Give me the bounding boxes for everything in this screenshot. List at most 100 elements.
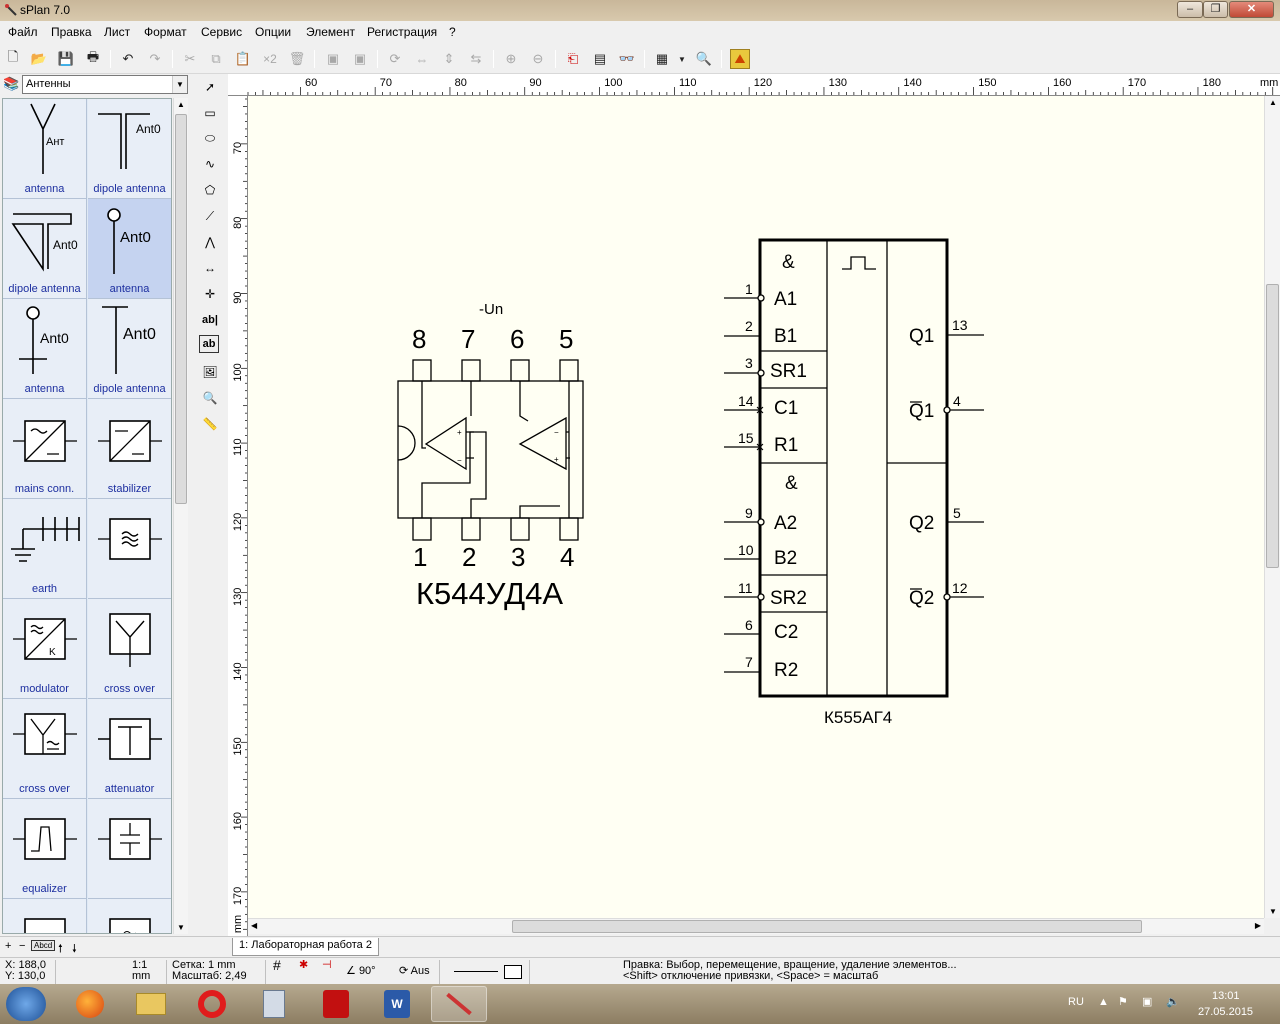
save-icon[interactable]: 💾 xyxy=(56,49,76,69)
line-style-selector[interactable] xyxy=(446,960,530,984)
explorer-taskbar-icon[interactable] xyxy=(123,986,179,1022)
tray-expand-icon[interactable]: ▲ xyxy=(1098,996,1109,1008)
rotate-icon[interactable]: ⟳ xyxy=(385,49,405,69)
page-tab[interactable]: 1: Лабораторная работа 2 xyxy=(232,938,379,956)
volume-icon[interactable]: 🔈 xyxy=(1166,995,1180,1008)
parts-list-icon[interactable]: ⎗ xyxy=(563,49,583,69)
cut-icon[interactable]: ✂ xyxy=(180,49,200,69)
library-scrollbar[interactable]: ▲ ▼ xyxy=(173,98,188,934)
zoom-fit-icon[interactable]: 🔍 xyxy=(694,49,714,69)
polyline-tool-icon[interactable]: ⋀ xyxy=(199,231,221,253)
image-tool-icon[interactable]: 🖼 xyxy=(199,361,221,383)
add-page-icon[interactable]: + xyxy=(5,940,11,952)
scroll-up-icon[interactable]: ▲ xyxy=(1269,98,1277,107)
library-item[interactable] xyxy=(3,899,87,933)
vertical-scroll-thumb[interactable] xyxy=(1266,284,1279,568)
send-to-back-icon[interactable]: ▣ xyxy=(350,49,370,69)
duplicate-button[interactable]: ×2 xyxy=(260,49,280,69)
library-item-selected[interactable]: Ant0 antenna xyxy=(88,199,171,299)
opera-taskbar-icon[interactable] xyxy=(184,986,240,1022)
rename-page-button[interactable]: Abcd xyxy=(31,940,56,951)
menu-help[interactable]: ? xyxy=(449,25,456,39)
text-tool[interactable]: ab| xyxy=(199,309,221,331)
library-item[interactable]: earth xyxy=(3,499,87,599)
pointer-arrow-icon[interactable]: ➚ xyxy=(199,76,221,98)
canvas-horizontal-scrollbar[interactable]: ◀ ▶ xyxy=(248,918,1264,934)
scroll-right-icon[interactable]: ▶ xyxy=(1255,921,1261,930)
open-folder-icon[interactable]: 📂 xyxy=(29,49,49,69)
scroll-up-icon[interactable]: ▲ xyxy=(177,100,185,109)
scroll-left-icon[interactable]: ◀ xyxy=(251,921,257,930)
library-item[interactable]: mains conn. xyxy=(3,399,87,499)
library-item[interactable] xyxy=(88,799,171,899)
menu-format[interactable]: Формат xyxy=(144,25,187,39)
dimension-tool-icon[interactable]: ↔ xyxy=(199,257,221,279)
new-file-icon[interactable]: 🗋 xyxy=(3,49,23,69)
library-item[interactable]: K modulator xyxy=(3,599,87,699)
polygon-tool-icon[interactable]: ⬠ xyxy=(199,179,221,201)
library-item[interactable]: cross over xyxy=(88,599,171,699)
ellipse-tool-icon[interactable]: ⬭ xyxy=(199,127,221,149)
word-taskbar-icon[interactable]: W xyxy=(369,986,425,1022)
menu-sheet[interactable]: Лист xyxy=(104,25,130,39)
image-icon[interactable]: ⛰ xyxy=(730,49,750,69)
library-category-select[interactable]: Антенны ▼ xyxy=(22,75,188,94)
zoom-tool-icon[interactable]: 🔍 xyxy=(199,387,221,409)
undo-icon[interactable]: ↶ xyxy=(118,49,138,69)
menu-options[interactable]: Опции xyxy=(255,25,291,39)
menu-edit[interactable]: Правка xyxy=(51,25,92,39)
find-binoculars-icon[interactable]: 👓 xyxy=(617,49,637,69)
pin-snap-icon[interactable]: ⊣ xyxy=(319,960,341,984)
library-item[interactable] xyxy=(88,899,171,933)
library-item[interactable]: Ant0 dipole antenna xyxy=(88,99,171,199)
rectangle-tool-icon[interactable]: ▭ xyxy=(199,102,221,124)
textbox-tool[interactable]: ab xyxy=(199,335,219,353)
library-item[interactable]: Ant0 dipole antenna xyxy=(88,299,171,399)
delete-icon[interactable]: 🗑 xyxy=(287,49,307,69)
scroll-down-icon[interactable]: ▼ xyxy=(1269,907,1277,916)
flag-icon[interactable]: ⚑ xyxy=(1118,995,1128,1008)
library-item[interactable]: equalizer xyxy=(3,799,87,899)
chip-k555ag4[interactable] xyxy=(724,238,984,698)
library-item[interactable]: stabilizer xyxy=(88,399,171,499)
redo-icon[interactable]: ↷ xyxy=(145,49,165,69)
clock-time[interactable]: 13:01 xyxy=(1212,990,1240,1002)
library-item[interactable]: Ant0 dipole antenna xyxy=(3,199,87,299)
mirror-vertical-icon[interactable]: ⇕ xyxy=(439,49,459,69)
chevron-down-icon[interactable]: ▼ xyxy=(676,49,688,69)
close-button[interactable]: ✕ xyxy=(1229,1,1274,18)
acrobat-taskbar-icon[interactable] xyxy=(308,986,364,1022)
bezier-tool-icon[interactable]: ∿ xyxy=(199,153,221,175)
bring-to-front-icon[interactable]: ▣ xyxy=(323,49,343,69)
copy-icon[interactable]: ⧉ xyxy=(206,49,226,69)
line-tool-icon[interactable]: ⟋ xyxy=(199,205,221,227)
grid-toggle-icon[interactable]: # xyxy=(270,958,292,984)
group-icon[interactable]: ⊕ xyxy=(501,49,521,69)
document-icon[interactable]: ▤ xyxy=(590,49,610,69)
rotate-snap-setting[interactable]: ⟳ Aus xyxy=(396,960,440,984)
minimize-button[interactable]: ‒ xyxy=(1177,1,1203,18)
remove-page-icon[interactable]: − xyxy=(19,940,25,952)
clock-date[interactable]: 27.05.2015 xyxy=(1198,1006,1253,1018)
firefox-taskbar-icon[interactable] xyxy=(62,986,118,1022)
paste-icon[interactable]: 📋 xyxy=(233,49,253,69)
scroll-down-icon[interactable]: ▼ xyxy=(177,923,185,932)
library-item[interactable]: cross over xyxy=(3,699,87,799)
horizontal-scroll-thumb[interactable] xyxy=(512,920,1142,933)
grid-options-icon[interactable]: ▦ xyxy=(652,49,672,69)
library-item[interactable]: Ant0 antenna xyxy=(3,299,87,399)
start-button-icon[interactable] xyxy=(6,987,46,1021)
library-item[interactable]: Ант antenna xyxy=(3,99,87,199)
drawing-canvas[interactable]: + − − + -Un 8 7 6 5 1 2 3 4 К544УД4А & &… xyxy=(248,96,1264,918)
measure-tool-icon[interactable]: 📏 xyxy=(199,413,221,435)
library-item[interactable] xyxy=(88,499,171,599)
splan-taskbar-icon[interactable] xyxy=(431,986,487,1022)
opamp-package[interactable] xyxy=(397,359,584,541)
mirror-horizontal-icon[interactable]: ⇔ xyxy=(412,49,432,69)
maximize-button[interactable]: ❐ xyxy=(1203,1,1228,18)
library-scroll-thumb[interactable] xyxy=(175,114,187,504)
menu-registration[interactable]: Регистрация xyxy=(367,25,437,39)
canvas-vertical-scrollbar[interactable]: ▲ ▼ xyxy=(1264,96,1280,918)
menu-file[interactable]: Файл xyxy=(8,25,38,39)
ungroup-icon[interactable]: ⊖ xyxy=(528,49,548,69)
